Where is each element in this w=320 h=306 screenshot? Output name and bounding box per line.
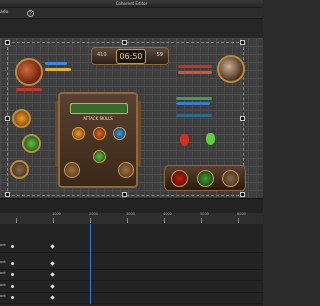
menubar: ado ? [0, 8, 263, 18]
panel-knob-left[interactable] [64, 162, 80, 178]
keyframe[interactable] [50, 244, 55, 249]
skill-nature-icon[interactable] [22, 134, 41, 153]
selection-handle[interactable] [122, 40, 127, 45]
ruler-label: 3000 [126, 212, 135, 216]
keyframe-toggle-icon[interactable] [11, 296, 14, 299]
ruler-tick [127, 218, 128, 223]
team-left-score: 410 [97, 52, 107, 58]
timeline-track[interactable]: ont [0, 282, 263, 293]
enemy-portrait-icon[interactable] [217, 55, 245, 83]
skill-empty-icon[interactable] [10, 160, 29, 179]
selection-handle[interactable] [5, 192, 10, 197]
player-health-bar [16, 88, 42, 91]
status-bar-blue [176, 102, 210, 105]
track-name: ont [0, 283, 6, 287]
selection-handle[interactable] [122, 192, 127, 197]
status-bar-green [176, 97, 212, 100]
action-buttons-panel [164, 165, 246, 191]
keyframe-toggle-icon[interactable] [11, 245, 14, 248]
enemy-health-bar [178, 65, 212, 68]
window-title: Coherent Editor [115, 1, 148, 6]
toolbar-area [0, 18, 263, 39]
ruler-label: 4000 [163, 212, 172, 216]
health-potion-icon[interactable] [180, 134, 189, 146]
attack-skills-panel: ATTACK SKILLS [58, 92, 138, 188]
action-button-green[interactable] [197, 170, 214, 187]
timeline-track[interactable]: ont [0, 293, 263, 304]
skill-slot-nature-icon[interactable] [93, 150, 106, 163]
selection-handle[interactable] [5, 116, 10, 121]
status-bar-teal [176, 114, 212, 117]
mana-potion-icon[interactable] [206, 133, 215, 145]
track-name: ont [0, 271, 6, 275]
time-ruler[interactable]: 1000 2000 3000 4000 5000 6000 [0, 212, 263, 224]
keyframe-toggle-icon[interactable] [11, 273, 14, 276]
ruler-label: 6000 [237, 212, 246, 216]
action-button-empty[interactable] [222, 170, 239, 187]
timeline-track[interactable]: ont [0, 259, 263, 270]
team-right-score: 59 [156, 52, 163, 58]
skill-slot-ice-icon[interactable] [113, 127, 126, 140]
panel-header [70, 103, 128, 114]
player-xp-bar [45, 68, 71, 71]
selection-handle[interactable] [240, 116, 245, 121]
playhead[interactable] [90, 224, 91, 304]
skill-slot-flame-icon[interactable] [93, 127, 106, 140]
player-portrait-icon[interactable] [15, 58, 43, 86]
track-name: ont [0, 294, 6, 298]
ruler-tick [201, 218, 202, 223]
keyframe-toggle-icon[interactable] [11, 262, 14, 265]
ruler-tick [90, 218, 91, 223]
match-timer: 410 06:50 59 [91, 47, 169, 65]
track-name: ont [0, 243, 6, 247]
selection-handle[interactable] [240, 40, 245, 45]
help-icon[interactable]: ? [27, 10, 34, 17]
ruler-label: 2000 [89, 212, 98, 216]
animation-timeline: 1000 2000 3000 4000 5000 6000 ont ont on… [0, 198, 263, 306]
window-titlebar: Coherent Editor [0, 0, 263, 8]
timeline-track[interactable]: ont [0, 270, 263, 281]
clock-display: 06:50 [116, 49, 146, 64]
player-mana-bar [45, 62, 67, 65]
ruler-tick [53, 218, 54, 223]
enemy-mana-bar [178, 71, 212, 74]
keyframe[interactable] [50, 261, 55, 266]
skill-fire-icon[interactable] [12, 109, 31, 128]
track-name: ont [0, 260, 6, 264]
ruler-label: 1000 [52, 212, 61, 216]
selection-handle[interactable] [240, 192, 245, 197]
keyframe-toggle-icon[interactable] [11, 285, 14, 288]
ruler-tick [164, 218, 165, 223]
ruler-tick [16, 218, 17, 223]
skill-slot-fire-icon[interactable] [72, 127, 85, 140]
keyframe[interactable] [50, 272, 55, 277]
keyframe[interactable] [50, 284, 55, 289]
ruler-label: 5000 [200, 212, 209, 216]
ruler-tick [238, 218, 239, 223]
selection-handle[interactable] [5, 40, 10, 45]
action-button-red[interactable] [171, 170, 188, 187]
keyframe[interactable] [50, 295, 55, 300]
panel-knob-right[interactable] [118, 162, 134, 178]
panel-title: ATTACK SKILLS [83, 116, 113, 121]
timeline-track[interactable]: ont [0, 242, 263, 253]
menu-item[interactable]: ado [0, 9, 8, 17]
